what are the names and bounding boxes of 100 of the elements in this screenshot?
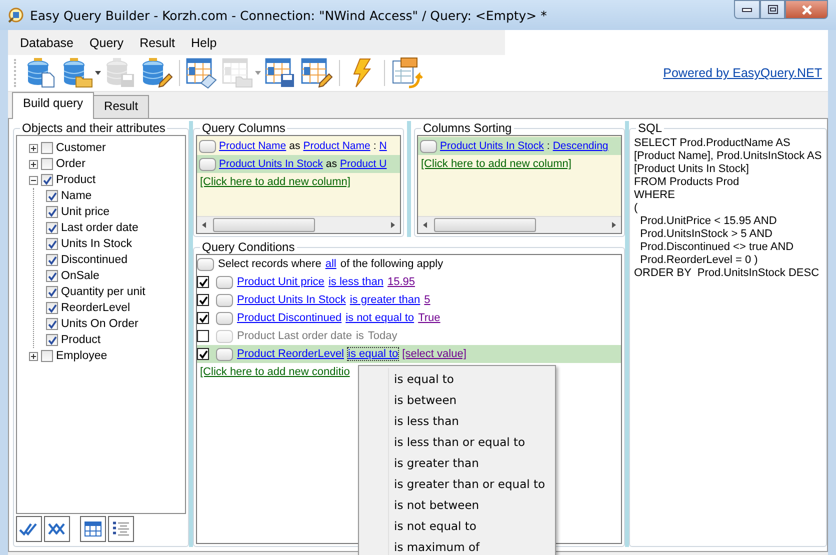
tab[interactable]: Result [93,95,150,118]
check-all-button[interactable] [16,516,42,542]
condition-operator-link[interactable]: is greater than [350,294,420,306]
panel-title: Columns Sorting [422,121,513,135]
sort-attribute-link[interactable]: Product Units In Stock [440,140,544,152]
expand-icon[interactable] [29,144,38,152]
condition-attribute-link[interactable]: Product Units In Stock [237,294,346,306]
scrollbar[interactable] [418,216,621,233]
checkbox[interactable] [46,238,58,250]
checkbox[interactable] [46,286,58,298]
tree-item[interactable]: Product [56,174,96,186]
row-menu-button[interactable] [197,258,214,270]
add-column-link[interactable]: [Click here to add new column] [418,155,621,173]
tree-item[interactable]: Units On Order [61,318,138,330]
checkbox[interactable] [197,276,209,288]
condition-value-link[interactable]: 15.95 [387,276,415,288]
add-column-link[interactable]: [Click here to add new column] [197,173,400,191]
checkbox[interactable] [46,206,58,218]
menu-item[interactable]: is greater than or equal to [361,473,554,494]
checkbox[interactable] [46,190,58,202]
row-menu-button[interactable] [199,140,216,152]
checkbox[interactable] [41,350,53,362]
checkbox[interactable] [46,302,58,314]
uncheck-all-button[interactable] [44,516,70,542]
condition-value-link[interactable]: 5 [424,294,430,306]
tree-item[interactable]: Discontinued [61,254,128,266]
menu-item[interactable]: is not equal to [361,515,554,536]
condition-operator-link[interactable]: is not equal to [346,312,414,324]
menu-item[interactable]: Result [132,34,183,52]
condition-value-link[interactable]: Today [368,330,398,342]
tab[interactable]: Build query [12,92,94,119]
menu-item[interactable]: Query [82,34,132,52]
checkbox[interactable] [41,158,53,170]
sorting-link[interactable]: N [379,140,387,152]
menu-item[interactable]: is less than [361,410,554,431]
column-attribute-link[interactable]: Product Units In Stock [219,158,323,170]
checkbox[interactable] [41,174,53,186]
condition-attribute-link[interactable]: Product Unit price [237,276,324,288]
maximize-button[interactable] [760,0,785,19]
tree-item[interactable]: ReorderLevel [61,302,130,314]
tree-item[interactable]: Product [61,334,101,346]
expand-icon[interactable] [29,160,38,168]
collapse-icon[interactable] [29,176,38,184]
column-attribute-link[interactable]: Product Name [219,140,286,152]
connector-text: as [289,140,300,152]
row-menu-button[interactable] [420,140,437,152]
menu-item[interactable]: is not between [361,494,554,515]
checkbox[interactable] [46,270,58,282]
quantifier-link[interactable]: all [325,258,336,270]
menu-item[interactable]: is less than or equal to [361,431,554,452]
condition-value-link[interactable]: True [418,312,440,324]
tree-item[interactable]: Employee [56,350,108,362]
table-view-button[interactable] [80,516,106,542]
minimize-button[interactable] [734,0,760,19]
condition-operator-link[interactable]: is [356,330,364,342]
condition-attribute-link[interactable]: Product Discontinued [237,312,342,324]
list-view-button[interactable] [108,516,134,542]
condition-operator-link[interactable]: is less than [328,276,384,288]
menu-item[interactable]: is equal to [361,368,554,389]
scrollbar[interactable] [197,216,400,233]
database-pencil-icon [141,57,173,89]
menu-item[interactable]: Help [183,34,225,52]
tree-item[interactable]: Last order date [61,222,138,234]
row-menu-button[interactable] [216,312,233,324]
tree-item[interactable]: Order [56,158,86,170]
tree-item[interactable]: Customer [56,142,106,154]
menu-item[interactable]: Database [12,34,82,52]
checkbox[interactable] [197,312,209,324]
column-alias-link[interactable]: Product U [340,158,387,170]
column-alias-link[interactable]: Product Name [303,140,370,152]
menu-item[interactable]: is maximum of [361,536,554,555]
condition-value-link[interactable]: [select value] [402,348,466,360]
tree-item[interactable]: Quantity per unit [61,286,146,298]
row-menu-button[interactable] [216,348,233,360]
powered-by-link[interactable]: Powered by EasyQuery.NET [663,66,822,80]
condition-prefix-text: Select records where [218,258,322,270]
checkbox[interactable] [197,330,209,342]
menu-item[interactable]: is between [361,389,554,410]
sort-direction-link[interactable]: Descending [552,140,608,152]
condition-operator-link[interactable]: is equal to [348,348,398,360]
checkbox[interactable] [197,348,209,360]
checkbox[interactable] [46,334,58,346]
tree-item[interactable]: Unit price [61,206,110,218]
connector-text: as [326,158,337,170]
row-menu-button[interactable] [199,158,216,170]
close-button[interactable] [785,0,828,19]
tree-item[interactable]: OnSale [61,270,100,282]
checkbox[interactable] [46,318,58,330]
checkbox[interactable] [197,294,209,306]
checkbox[interactable] [46,222,58,234]
row-menu-button[interactable] [216,276,233,288]
tree-item[interactable]: Units In Stock [61,238,132,250]
condition-attribute-link[interactable]: Product Last order date [237,330,352,342]
expand-icon[interactable] [29,352,38,360]
checkbox[interactable] [41,142,53,154]
condition-attribute-link[interactable]: Product ReorderLevel [237,348,344,360]
menu-item[interactable]: is greater than [361,452,554,473]
checkbox[interactable] [46,254,58,266]
row-menu-button[interactable] [216,294,233,306]
tree-item[interactable]: Name [61,190,92,202]
